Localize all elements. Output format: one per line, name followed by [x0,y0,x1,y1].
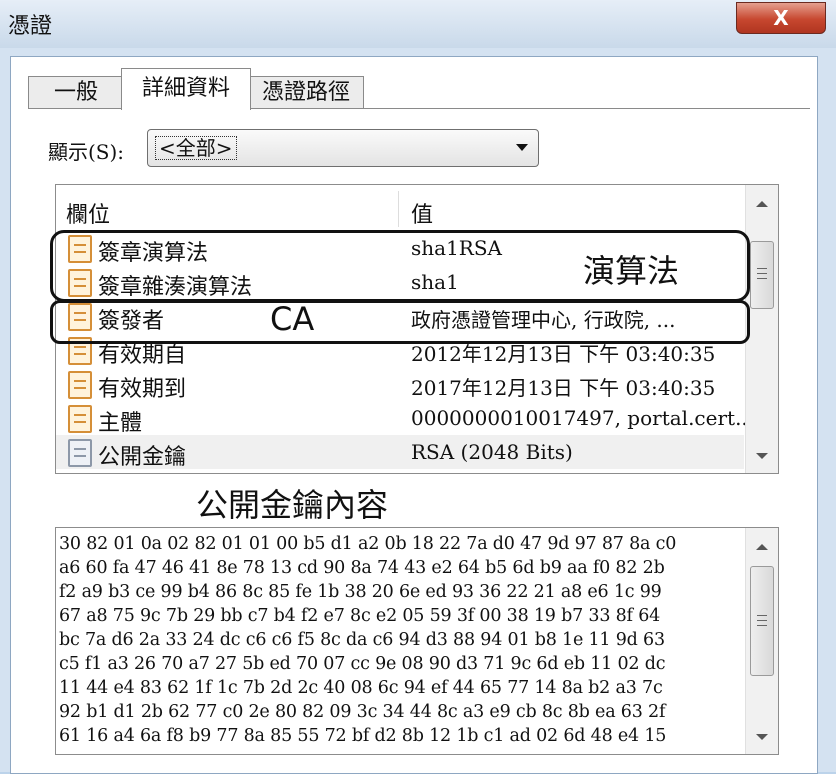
hex-line: 11 44 e4 83 62 1f 1c 7b 2d 2c 40 08 6c 9… [59,678,663,698]
grip-line [757,625,767,626]
hex-line: 30 82 01 0a 02 82 01 01 00 b5 d1 a2 0b 1… [59,534,677,554]
show-select[interactable]: <全部> [147,129,539,167]
public-key-value-textbox[interactable]: 30 82 01 0a 02 82 01 01 00 b5 d1 a2 0b 1… [55,527,779,755]
field-value: 2017年12月13日 下午 03:40:35 [411,376,716,400]
hex-line: bc 7a d6 2a 33 24 dc c6 c6 f5 8c da c6 9… [59,630,665,650]
field-name: 公開金鑰 [98,445,187,470]
field-value: 0000000010017497, portal.cert... [411,406,755,430]
algorithm-annotation: 演算法 [583,252,680,290]
tab-certification-path[interactable]: 憑證路徑 [248,76,364,109]
certificate-field-icon [68,405,92,433]
close-icon: X [773,6,789,30]
tab-details[interactable]: 詳細資料 [121,68,251,110]
hex-line: 61 16 a4 6a f8 b9 77 8a 85 55 72 bf d2 8… [59,726,667,746]
scroll-up-arrow-icon[interactable] [756,201,768,207]
scroll-thumb[interactable] [750,566,774,676]
scroll-down-arrow-icon[interactable] [756,453,768,459]
grip-line [757,268,767,269]
grip-line [757,278,767,279]
hex-textbox-scrollbar[interactable] [745,528,778,754]
ca-callout-box [50,300,750,344]
field-name: 主體 [98,411,143,436]
scroll-down-arrow-icon[interactable] [756,734,768,740]
hex-line: 92 b1 d1 2b 62 77 c0 2e 80 82 09 3c 34 4… [59,702,666,722]
ca-annotation: CA [270,300,315,338]
close-button[interactable]: X [736,2,826,34]
title-bar: 憑證 X [0,0,836,49]
tab-details-label: 詳細資料 [141,76,230,101]
list-header: 欄位 值 [56,185,746,229]
chevron-down-icon [516,144,528,151]
hex-line: f2 a9 b3 ce 99 b4 86 8c 85 fe 1b 38 20 6… [59,582,662,602]
grip-line [757,620,767,621]
window-title: 憑證 [8,14,53,39]
public-key-content-annotation: 公開金鑰內容 [196,486,389,524]
hex-line: a6 60 fa 47 46 41 8e 78 13 cd 90 8a 74 4… [59,558,665,578]
scroll-up-arrow-icon[interactable] [756,544,768,550]
column-divider[interactable] [398,191,399,227]
field-value: RSA (2048 Bits) [411,440,573,464]
tab-certification-path-label: 憑證路徑 [261,80,350,105]
show-select-value: <全部> [155,136,237,160]
hex-line: c5 f1 a3 26 70 a7 27 5b ed 70 07 cc 9e 0… [59,654,666,674]
list-item-selected[interactable]: 公開金鑰 RSA (2048 Bits) [56,435,744,470]
column-header-value[interactable]: 值 [411,197,433,229]
grip-line [757,273,767,274]
show-label: 顯示(S): [48,140,125,164]
list-item[interactable]: 主體 0000000010017497, portal.cert... [56,401,754,436]
grip-line [757,615,767,616]
certificate-field-icon [68,371,92,399]
tab-general-label: 一般 [53,80,98,105]
list-item[interactable]: 有效期到 2017年12月13日 下午 03:40:35 [56,367,744,402]
hex-line: 67 a8 75 9c 7b 29 bb c7 b4 f2 e7 8c e2 0… [59,606,661,626]
scroll-thumb[interactable] [750,241,774,309]
public-key-field-icon [68,439,92,467]
field-name: 有效期到 [98,377,187,402]
column-header-field[interactable]: 欄位 [66,197,110,229]
tab-general[interactable]: 一般 [28,76,124,109]
